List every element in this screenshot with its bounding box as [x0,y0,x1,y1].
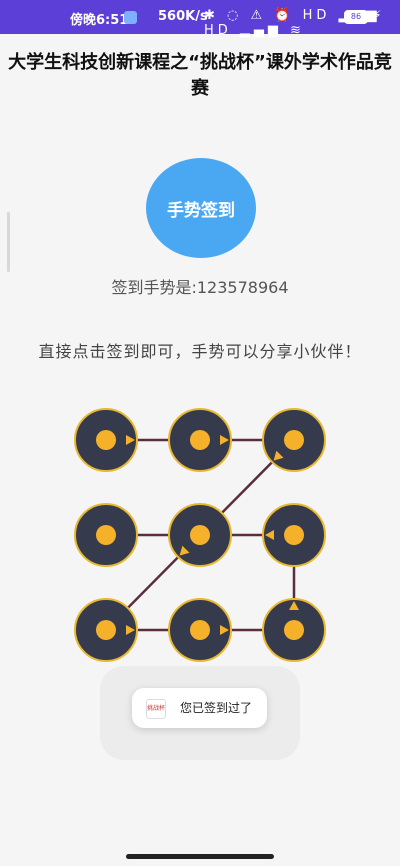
pattern-node-5[interactable] [168,503,232,567]
app-logo: 挑战杯 [146,699,166,719]
gesture-sign-in-button[interactable]: 手势签到 [146,158,256,258]
home-indicator[interactable] [126,854,274,859]
scroll-indicator [7,212,10,272]
status-time: 傍晚6:51 [70,13,129,28]
gesture-code-text: 签到手势是:123578964 [111,278,289,297]
status-icons: ✱ ◌ ⚠ ⏰ HD ▂▄▆ HD ▂▄▆ ≋ [204,8,381,38]
pattern-node-3[interactable] [262,408,326,472]
toast-message: 您已签到过了 [180,701,253,715]
app-notification-icon [124,11,137,24]
status-bar: 傍晚6:51 560K/s ✱ ◌ ⚠ ⏰ HD ▂▄▆ HD ▂▄▆ ≋ 86… [0,0,400,38]
page-title: 大学生科技创新课程之“挑战杯”课外学术作品竞赛 [8,52,392,99]
pattern-node-4[interactable] [74,503,138,567]
gesture-pattern-grid[interactable] [0,400,400,680]
battery-icon: 86 [344,10,368,24]
charging-icon: ⚡ [373,8,382,22]
instruction-text: 直接点击签到即可，手势可以分享小伙伴！ [38,342,362,361]
network-speed: 560K/s [158,9,208,24]
toast: 挑战杯 您已签到过了 [132,688,267,728]
